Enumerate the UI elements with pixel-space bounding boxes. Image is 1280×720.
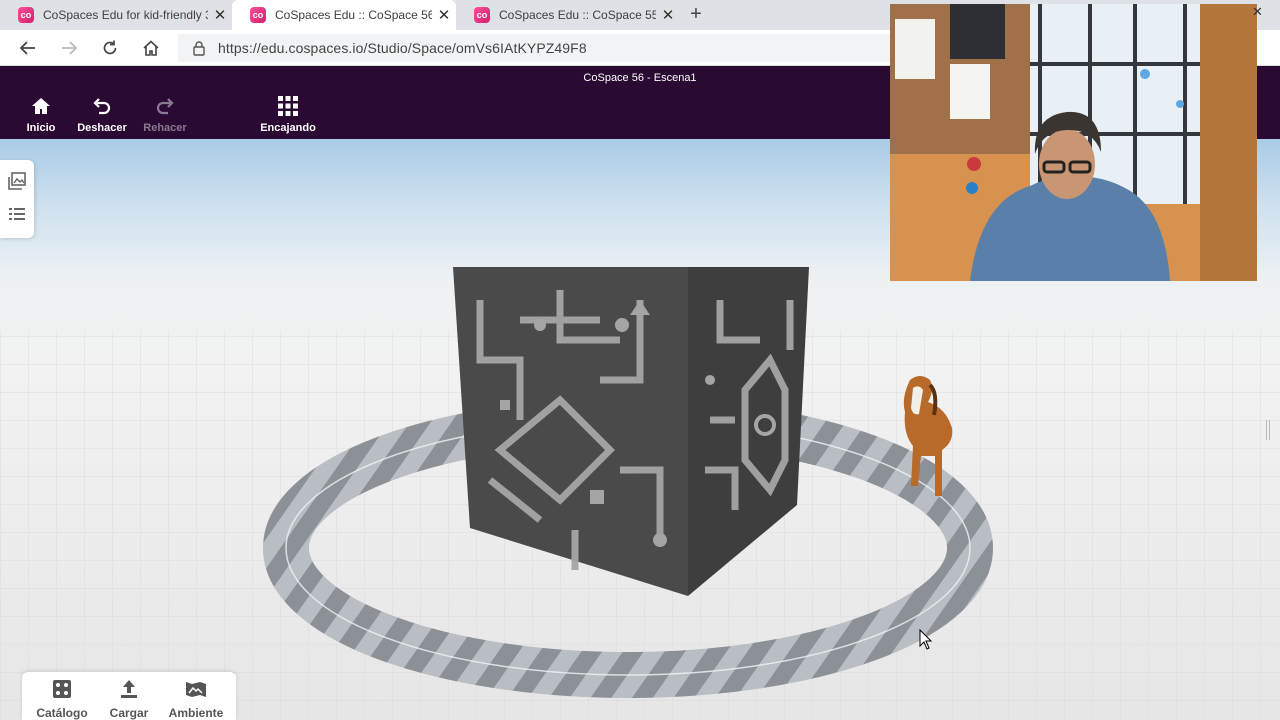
cospaces-favicon-icon: co [18, 7, 34, 23]
scene-side-panel [0, 160, 34, 238]
tab-title: CoSpaces Edu :: CoSpace 55 [499, 8, 656, 22]
home-tool-label: Inicio [26, 122, 56, 134]
reload-button[interactable] [98, 36, 122, 60]
browser-tab-1[interactable]: co CoSpaces Edu for kid-friendly 3D ✕ [0, 0, 232, 30]
redo-icon [156, 98, 174, 115]
undo-label: Deshacer [77, 122, 127, 134]
environment-icon [186, 682, 206, 697]
cospaces-favicon-icon: co [474, 7, 490, 23]
cospaces-favicon-icon: co [250, 7, 266, 23]
upload-icon [121, 680, 137, 698]
back-button[interactable] [16, 36, 40, 60]
catalog-label: Catálogo [36, 706, 88, 720]
webcam-video [890, 4, 1257, 281]
snap-label: Encajando [260, 122, 316, 134]
upload-label: Cargar [109, 706, 149, 720]
undo-button[interactable]: Deshacer [67, 94, 137, 134]
upload-button[interactable]: Cargar [96, 678, 162, 720]
snap-button[interactable]: Encajando [253, 94, 323, 134]
overlay-close-icon[interactable]: ✕ [1252, 4, 1268, 22]
scene-title: CoSpace 56 - Escena1 [583, 72, 697, 84]
home-button[interactable] [139, 36, 163, 60]
tab-title: CoSpaces Edu for kid-friendly 3D [43, 8, 208, 22]
reload-icon [103, 40, 117, 55]
address-bar[interactable]: https://edu.cospaces.io/Studio/Space/omV… [178, 34, 890, 62]
arrow-right-icon [62, 41, 78, 55]
forward-button[interactable] [57, 36, 81, 60]
url-text: https://edu.cospaces.io/Studio/Space/omV… [218, 40, 587, 56]
tab-close-icon[interactable]: ✕ [208, 6, 232, 24]
undo-icon [93, 98, 111, 115]
environment-button[interactable]: Ambiente [163, 678, 229, 720]
viewport-resize-handle[interactable] [1266, 420, 1270, 440]
object-list-icon[interactable] [8, 205, 26, 223]
bottom-toolbar: Catálogo Cargar Ambiente [22, 672, 236, 720]
grid-icon [278, 96, 298, 116]
redo-label: Rehacer [143, 122, 187, 134]
scenes-gallery-icon[interactable] [8, 172, 26, 190]
webcam-overlay [890, 4, 1257, 281]
catalog-icon [53, 680, 71, 698]
catalog-button[interactable]: Catálogo [29, 678, 95, 720]
house-icon [32, 98, 50, 114]
home-tool-button[interactable]: Inicio [6, 94, 76, 134]
lock-icon [193, 41, 205, 56]
tab-close-icon[interactable]: ✕ [656, 6, 680, 24]
arrow-left-icon [19, 41, 35, 55]
tab-title: CoSpaces Edu :: CoSpace 56 [275, 8, 432, 22]
redo-button[interactable]: Rehacer [130, 94, 200, 134]
home-icon [143, 40, 159, 56]
tab-close-icon[interactable]: ✕ [432, 6, 456, 24]
browser-tab-2[interactable]: co CoSpaces Edu :: CoSpace 56 ✕ [232, 0, 456, 30]
browser-tab-3[interactable]: co CoSpaces Edu :: CoSpace 55 ✕ [456, 0, 680, 30]
new-tab-button[interactable]: + [684, 3, 708, 27]
environment-label: Ambiente [168, 706, 224, 720]
